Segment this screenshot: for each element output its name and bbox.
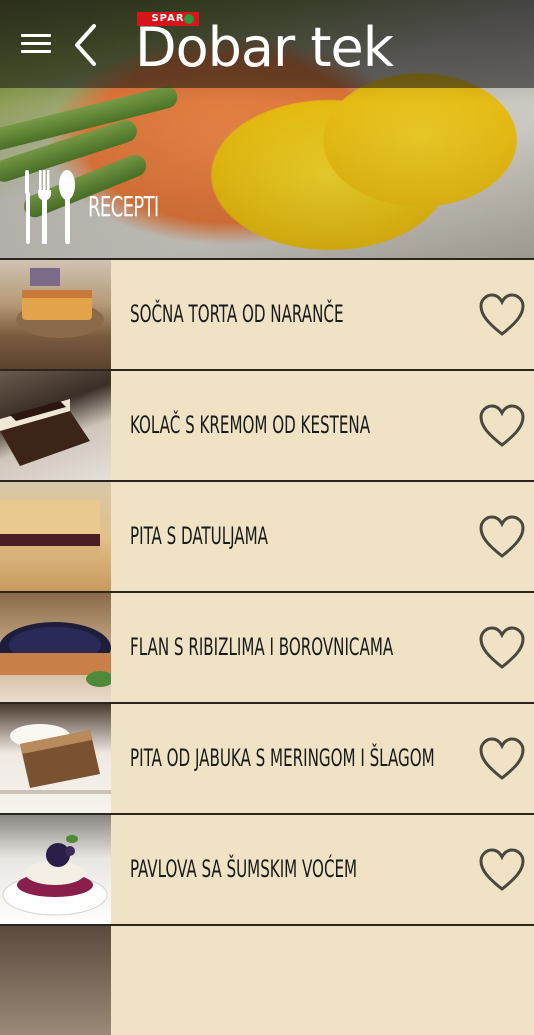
heart-outline-icon[interactable] bbox=[478, 404, 526, 448]
list-item[interactable] bbox=[0, 924, 534, 1035]
hamburger-menu-icon[interactable] bbox=[21, 34, 51, 56]
recipe-thumbnail bbox=[0, 260, 111, 369]
list-item[interactable]: PITA S DATULJAMA bbox=[0, 480, 534, 591]
recipe-thumbnail bbox=[0, 926, 111, 1035]
recipe-title: PITA OD JABUKA S MERINGOM I ŠLAGOM bbox=[130, 744, 435, 772]
list-item[interactable]: FLAN S RIBIZLIMA I BOROVNICAMA bbox=[0, 591, 534, 702]
heart-outline-icon[interactable] bbox=[478, 848, 526, 892]
recipe-title: FLAN S RIBIZLIMA I BOROVNICAMA bbox=[130, 633, 394, 661]
recipe-thumbnail bbox=[0, 593, 111, 702]
recipe-title: SOČNA TORTA OD NARANČE bbox=[130, 300, 344, 328]
list-item[interactable]: PITA OD JABUKA S MERINGOM I ŠLAGOM bbox=[0, 702, 534, 813]
recipe-title: PAVLOVA SA ŠUMSKIM VOĆEM bbox=[130, 855, 358, 883]
app-logo: SPAR Dobar tek bbox=[135, 12, 415, 78]
heart-outline-icon[interactable] bbox=[478, 737, 526, 781]
recipe-thumbnail bbox=[0, 482, 111, 591]
chevron-left-icon[interactable] bbox=[70, 22, 104, 68]
list-item[interactable]: PAVLOVA SA ŠUMSKIM VOĆEM bbox=[0, 813, 534, 924]
recipe-thumbnail bbox=[0, 815, 111, 924]
recipe-title: KOLAČ S KREMOM OD KESTENA bbox=[130, 411, 371, 439]
recipe-title: PITA S DATULJAMA bbox=[130, 522, 268, 550]
logo-title: Dobar tek bbox=[135, 16, 394, 79]
heart-outline-icon[interactable] bbox=[478, 293, 526, 337]
recipe-list: SOČNA TORTA OD NARANČE KOLAČ S KREMOM OD… bbox=[0, 258, 534, 1035]
list-item[interactable]: SOČNA TORTA OD NARANČE bbox=[0, 258, 534, 369]
recipe-thumbnail bbox=[0, 704, 111, 813]
cutlery-icon bbox=[22, 168, 78, 246]
top-app-bar: SPAR Dobar tek bbox=[0, 0, 534, 88]
heart-outline-icon[interactable] bbox=[478, 626, 526, 670]
list-item[interactable]: KOLAČ S KREMOM OD KESTENA bbox=[0, 369, 534, 480]
heart-outline-icon[interactable] bbox=[478, 515, 526, 559]
recipe-thumbnail bbox=[0, 371, 111, 480]
section-label: RECEPTI bbox=[88, 190, 159, 223]
